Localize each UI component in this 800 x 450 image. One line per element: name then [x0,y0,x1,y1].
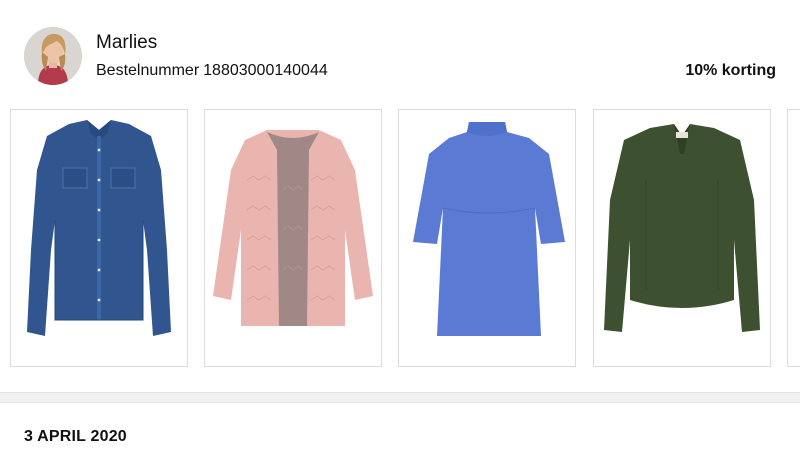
order-header: Marlies Bestelnummer 18803000140044 10% k… [0,0,800,105]
product-carousel[interactable] [0,108,800,370]
customer-photo-icon [24,27,82,85]
discount-label: 10% korting [685,62,776,79]
product-card-blue-top[interactable] [398,109,576,367]
customer-name: Marlies [96,32,158,53]
order-number-value: 18803000140044 [203,62,328,79]
section-divider [0,392,800,403]
green-blouse-icon [604,124,760,332]
product-card-green-blouse[interactable] [593,109,771,367]
product-card-pink-cardigan[interactable] [204,109,382,367]
pink-cardigan-icon [213,130,373,326]
avatar[interactable] [24,27,82,85]
product-card-partial[interactable] [787,109,800,367]
order-number: Bestelnummer 18803000140044 [96,62,328,80]
denim-shirt-icon [27,120,171,336]
product-card-denim-shirt[interactable] [10,109,188,367]
blue-top-icon [413,122,565,336]
order-date-heading: 3 APRIL 2020 [24,428,127,445]
order-number-label: Bestelnummer [96,62,200,79]
